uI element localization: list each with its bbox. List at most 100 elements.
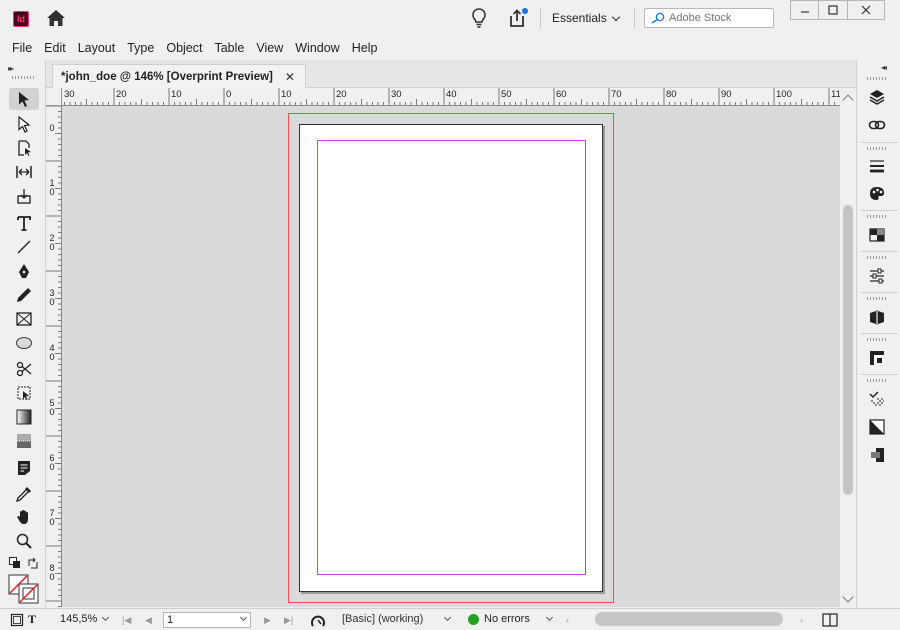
- maximize-button[interactable]: [818, 0, 848, 20]
- hand-tool[interactable]: [9, 506, 39, 528]
- scroll-up-icon[interactable]: [842, 94, 854, 106]
- zoom-dropdown-chevron-icon[interactable]: [101, 613, 110, 622]
- vertical-ruler[interactable]: 0 1 0 2 0 3 0 4 0 5 0 6 0 7 0 8 0: [46, 106, 62, 607]
- toolbar-grip[interactable]: [12, 76, 34, 79]
- menu-help[interactable]: Help: [346, 37, 384, 59]
- properties-panel-button[interactable]: [866, 265, 888, 287]
- selection-arrow-icon: [19, 92, 29, 107]
- horizontal-scroll-thumb[interactable]: [595, 612, 783, 626]
- gradient-swatch-tool[interactable]: [9, 406, 39, 428]
- ellipse-tool[interactable]: [9, 332, 39, 354]
- eyedropper-tool[interactable]: [9, 483, 39, 505]
- menu-window[interactable]: Window: [289, 37, 345, 59]
- next-page-icon[interactable]: ▶: [264, 615, 271, 626]
- preflight-icon[interactable]: [310, 612, 326, 628]
- selection-tool[interactable]: [9, 88, 39, 110]
- links-panel-button[interactable]: [866, 114, 888, 136]
- scissors-tool[interactable]: [9, 358, 39, 380]
- errors-dropdown-chevron-icon[interactable]: [545, 613, 554, 622]
- dock-separator: [861, 210, 897, 211]
- dock-grip[interactable]: [867, 147, 887, 150]
- preflight-profile[interactable]: [Basic] (working): [342, 613, 423, 625]
- ruler-origin[interactable]: [46, 88, 62, 106]
- last-page-icon[interactable]: ▶|: [284, 615, 293, 626]
- expand-panels-icon[interactable]: ◂◂: [881, 63, 887, 72]
- document-tab-bar: *john_doe @ 146% [Overprint Preview] ✕: [46, 60, 856, 88]
- menu-type[interactable]: Type: [121, 37, 160, 59]
- dock-grip[interactable]: [867, 379, 887, 382]
- lightbulb-icon[interactable]: [470, 7, 488, 29]
- menu-object[interactable]: Object: [160, 37, 208, 59]
- dock-grip[interactable]: [867, 215, 887, 218]
- vertical-scrollbar[interactable]: [840, 88, 856, 607]
- scroll-right-icon[interactable]: ›: [800, 615, 803, 625]
- first-page-icon[interactable]: |◀: [122, 615, 131, 626]
- page-number-value: 1: [167, 614, 174, 626]
- scroll-down-icon[interactable]: [842, 591, 854, 603]
- menu-view[interactable]: View: [250, 37, 289, 59]
- indesign-window: Id Essentials Adobe Stock File Edit Layo…: [0, 0, 900, 630]
- zoom-level[interactable]: 145,5%: [60, 613, 97, 625]
- menu-layout[interactable]: Layout: [72, 37, 122, 59]
- swatches-panel-button[interactable]: [866, 224, 888, 246]
- scroll-left-icon[interactable]: ‹: [566, 615, 569, 625]
- close-icon: [861, 5, 871, 15]
- normal-view-icon[interactable]: [10, 613, 24, 627]
- formatting-text-icon[interactable]: T: [28, 612, 36, 627]
- document-page[interactable]: [299, 124, 603, 592]
- gradient-feather-tool[interactable]: [9, 430, 39, 452]
- horizontal-ruler[interactable]: 30 20 10 0 10 20 30 40 50 60 70 80 90 100 11: [62, 88, 840, 106]
- fill-stroke-swatch-icon[interactable]: [8, 574, 40, 604]
- direct-selection-tool[interactable]: [9, 113, 39, 135]
- effects-panel-button[interactable]: [866, 388, 888, 410]
- menu-table[interactable]: Table: [208, 37, 250, 59]
- pen-tool[interactable]: [9, 260, 39, 282]
- close-window-button[interactable]: [847, 0, 885, 20]
- type-tool[interactable]: [9, 212, 39, 234]
- workspace-switcher[interactable]: Essentials: [552, 10, 620, 26]
- content-collector-tool[interactable]: [9, 185, 39, 207]
- adobe-stock-search-input[interactable]: Adobe Stock: [644, 8, 774, 28]
- cc-libraries-panel-button[interactable]: [866, 306, 888, 328]
- dock-grip[interactable]: [867, 297, 887, 300]
- ruler-v-label: 6 0: [49, 453, 55, 472]
- menu-file[interactable]: File: [6, 37, 38, 59]
- minimize-button[interactable]: [790, 0, 820, 20]
- previous-page-icon[interactable]: ◀: [145, 615, 152, 626]
- pages-panel-button[interactable]: [866, 86, 888, 108]
- preflight-profile-chevron-icon[interactable]: [443, 613, 452, 622]
- gap-tool[interactable]: [9, 161, 39, 183]
- dock-grip[interactable]: [867, 77, 887, 80]
- share-icon[interactable]: [506, 6, 530, 30]
- color-panel-button[interactable]: [866, 183, 888, 205]
- panel-dock: ◂◂: [856, 60, 900, 608]
- document-tab[interactable]: *john_doe @ 146% [Overprint Preview] ✕: [52, 64, 306, 88]
- note-tool[interactable]: [9, 457, 39, 479]
- dock-grip[interactable]: [867, 338, 887, 341]
- page-number-field[interactable]: 1: [163, 612, 251, 628]
- split-window-icon[interactable]: [822, 613, 838, 627]
- swap-fill-stroke-icon[interactable]: [27, 557, 39, 569]
- text-wrap-panel-button[interactable]: [866, 347, 888, 369]
- layers-align-panel-button[interactable]: [866, 444, 888, 466]
- rectangle-frame-tool[interactable]: [9, 308, 39, 330]
- pasteboard[interactable]: [62, 106, 840, 607]
- pencil-tool[interactable]: [9, 284, 39, 306]
- gradient-panel-button[interactable]: [866, 416, 888, 438]
- vertical-scroll-thumb[interactable]: [843, 205, 853, 495]
- zoom-tool[interactable]: [9, 530, 39, 552]
- free-transform-tool[interactable]: [9, 382, 39, 404]
- ruler-h-label: 90: [721, 89, 732, 100]
- close-tab-icon[interactable]: ✕: [285, 70, 295, 84]
- menu-edit[interactable]: Edit: [38, 37, 72, 59]
- home-icon[interactable]: [46, 9, 66, 27]
- default-fill-stroke-icon[interactable]: [9, 557, 21, 569]
- preflight-errors[interactable]: No errors: [484, 613, 530, 625]
- gradient-panel-icon: [869, 419, 885, 435]
- color-palette-icon: [870, 187, 884, 200]
- stroke-panel-button[interactable]: [866, 155, 888, 177]
- page-tool[interactable]: [9, 137, 39, 159]
- collapse-toolbar-icon[interactable]: ▸▸: [8, 64, 14, 73]
- line-tool[interactable]: [9, 236, 39, 258]
- dock-grip[interactable]: [867, 256, 887, 259]
